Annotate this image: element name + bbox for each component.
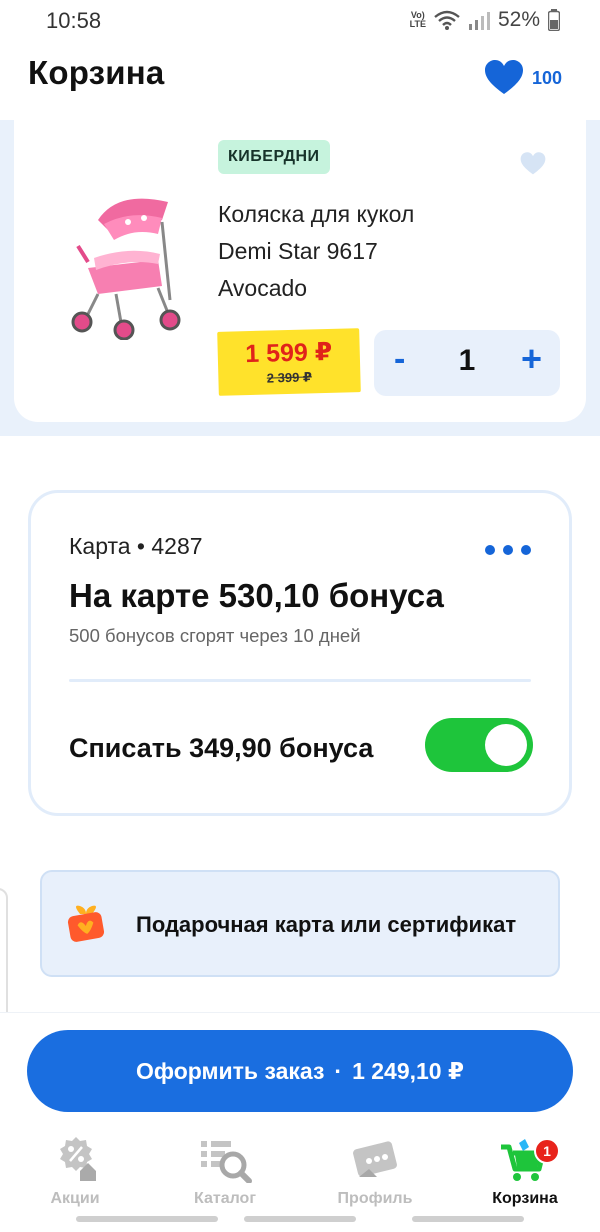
signal-icon bbox=[468, 12, 490, 30]
catalog-search-icon bbox=[150, 1134, 300, 1186]
cart-count-badge: 1 bbox=[534, 1138, 560, 1164]
price-sticker: 1 599 ₽ 2 399 ₽ bbox=[217, 328, 361, 396]
battery-percent: 52% bbox=[497, 8, 540, 31]
bonus-expire-note: 500 бонусов сгорят через 10 дней bbox=[69, 625, 361, 646]
gesture-bar-segment bbox=[412, 1216, 524, 1222]
cart-item-card[interactable]: КИБЕРДНИ Коляска для кукол Demi Star 961… bbox=[14, 120, 586, 422]
status-bar: 10:58 Vo) LTE 52% bbox=[0, 0, 600, 44]
status-time: 10:58 bbox=[46, 8, 102, 33]
volte-indicator: Vo) LTE bbox=[410, 11, 426, 29]
tab-promotions[interactable]: Акции bbox=[0, 1134, 150, 1208]
price-old: 2 399 ₽ bbox=[266, 369, 313, 386]
status-indicators: Vo) LTE 52% bbox=[410, 8, 560, 32]
tab-catalog[interactable]: Каталог bbox=[150, 1134, 300, 1208]
tab-label: Каталог bbox=[194, 1190, 256, 1207]
product-name[interactable]: Коляска для кукол Demi Star 9617 Avocado bbox=[218, 196, 518, 307]
bonus-balance: На карте 530,10 бонуса bbox=[69, 577, 444, 614]
favorites-count: 100 bbox=[531, 67, 562, 88]
tab-label: Профиль bbox=[337, 1190, 413, 1207]
checkout-separator: · bbox=[334, 1057, 343, 1084]
more-dot bbox=[485, 545, 495, 555]
profile-card-icon bbox=[300, 1134, 450, 1186]
product-name-line2: Demi Star 9617 bbox=[218, 238, 378, 264]
toggle-knob bbox=[485, 724, 527, 766]
redeem-bonus-toggle[interactable] bbox=[425, 718, 533, 772]
product-image[interactable] bbox=[58, 190, 198, 340]
checkout-label: Оформить заказ bbox=[135, 1057, 325, 1084]
gesture-navigation-bar bbox=[0, 1216, 600, 1222]
promo-badge: КИБЕРДНИ bbox=[218, 140, 330, 174]
more-dot bbox=[521, 545, 531, 555]
tab-label: Корзина bbox=[492, 1190, 558, 1207]
volte-bottom: LTE bbox=[409, 19, 426, 29]
product-name-line1: Коляска для кукол bbox=[218, 201, 415, 227]
loyalty-card-label: Карта • 4287 bbox=[69, 533, 203, 559]
divider bbox=[69, 679, 531, 682]
gesture-bar-segment bbox=[244, 1216, 356, 1222]
product-name-line3: Avocado bbox=[218, 275, 308, 301]
tab-cart[interactable]: 1 Корзина bbox=[450, 1134, 600, 1208]
checkout-total: 1 249,10 ₽ bbox=[352, 1057, 464, 1084]
gift-card-button[interactable]: Подарочная карта или сертификат bbox=[40, 870, 560, 977]
add-to-favorites-icon[interactable] bbox=[520, 152, 546, 176]
quantity-increase-button[interactable]: + bbox=[521, 338, 542, 380]
favorites-button[interactable]: 100 bbox=[484, 60, 562, 96]
battery-icon bbox=[548, 9, 560, 31]
percent-icon bbox=[0, 1134, 150, 1186]
quantity-stepper: - 1 + bbox=[374, 330, 560, 396]
more-dot bbox=[503, 545, 513, 555]
wifi-icon bbox=[434, 10, 460, 30]
checkout-button[interactable]: Оформить заказ · 1 249,10 ₽ bbox=[27, 1030, 573, 1112]
tab-profile[interactable]: Профиль bbox=[300, 1134, 450, 1208]
gift-card-label: Подарочная карта или сертификат bbox=[136, 912, 517, 937]
redeem-bonus-label: Списать 349,90 бонуса bbox=[69, 733, 374, 763]
cart-area: КИБЕРДНИ Коляска для кукол Demi Star 961… bbox=[0, 120, 600, 436]
price-current: 1 599 ₽ bbox=[244, 337, 333, 369]
gift-icon bbox=[67, 905, 105, 942]
more-options-icon[interactable] bbox=[485, 545, 531, 555]
gesture-bar-segment bbox=[76, 1216, 218, 1222]
page-title: Корзина bbox=[28, 54, 165, 91]
bonus-card: Карта • 4287 На карте 530,10 бонуса 500 … bbox=[28, 490, 572, 816]
tab-label: Акции bbox=[50, 1190, 100, 1207]
heart-icon bbox=[484, 60, 523, 94]
app-header: Корзина 100 bbox=[0, 44, 600, 120]
cart-icon: 1 bbox=[450, 1134, 600, 1186]
